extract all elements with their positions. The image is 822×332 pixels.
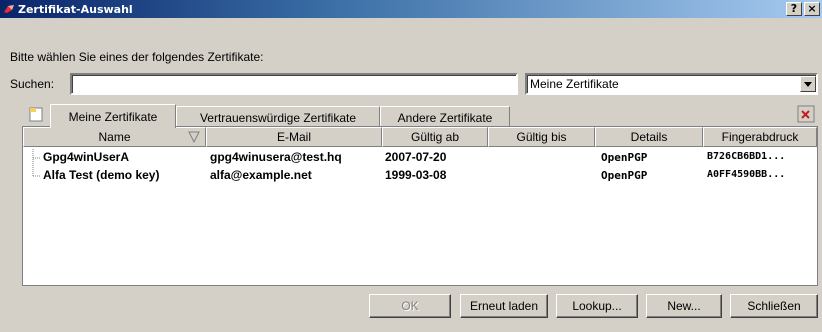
window-title: Zertifikat-Auswahl xyxy=(18,2,133,16)
column-header-valid-to[interactable]: Gültig bis xyxy=(488,127,595,147)
sort-indicator-icon xyxy=(188,131,200,146)
help-button[interactable]: ? xyxy=(786,2,802,16)
ok-button[interactable]: OK xyxy=(369,294,451,318)
close-button[interactable]: Schließen xyxy=(730,294,818,318)
cell-valid-from: 1999-03-08 xyxy=(385,168,447,182)
cell-fingerprint: B726CB6BD1... xyxy=(707,151,786,162)
instruction-text: Bitte wählen Sie eines der folgendes Zer… xyxy=(10,50,264,64)
column-header-name[interactable]: Name xyxy=(23,127,206,147)
cell-valid-from: 2007-07-20 xyxy=(385,150,447,164)
close-tab-icon[interactable] xyxy=(796,104,816,124)
title-bar: Zertifikat-Auswahl ? × xyxy=(0,0,822,18)
certificate-filter-select[interactable]: Meine Zertifikate xyxy=(525,73,818,95)
search-input[interactable] xyxy=(70,73,518,95)
lookup-button[interactable]: Lookup... xyxy=(556,294,638,318)
tab-my-certificates[interactable]: Meine Zertifikate xyxy=(50,104,176,128)
column-header-details[interactable]: Details xyxy=(595,127,703,147)
filter-selected-value: Meine Zertifikate xyxy=(530,77,619,91)
certificate-table: Name E-Mail Gültig ab Gültig bis Details… xyxy=(22,126,818,286)
cell-email: alfa@example.net xyxy=(210,168,312,182)
column-header-email[interactable]: E-Mail xyxy=(206,127,382,147)
cell-name: Gpg4winUserA xyxy=(43,150,130,164)
column-name-label: Name xyxy=(98,130,131,144)
column-header-valid-from[interactable]: Gültig ab xyxy=(382,127,488,147)
close-window-button[interactable]: × xyxy=(804,2,820,16)
new-button[interactable]: New... xyxy=(646,294,722,318)
cell-details: OpenPGP xyxy=(601,169,648,182)
tab-trusted-certificates[interactable]: Vertrauenswürdige Zertifikate xyxy=(176,106,380,128)
chevron-down-icon[interactable] xyxy=(800,76,816,92)
cell-fingerprint: A0FF4590BB... xyxy=(707,169,786,180)
app-icon xyxy=(3,4,15,15)
column-header-fingerprint[interactable]: Fingerabdruck xyxy=(703,127,817,147)
cell-details: OpenPGP xyxy=(601,151,648,164)
search-label: Suchen: xyxy=(10,77,55,91)
cell-email: gpg4winusera@test.hq xyxy=(210,150,342,164)
reload-button[interactable]: Erneut laden xyxy=(460,294,548,318)
new-tab-icon[interactable] xyxy=(26,104,46,124)
tab-other-certificates[interactable]: Andere Zertifikate xyxy=(380,106,510,128)
cell-name: Alfa Test (demo key) xyxy=(43,168,160,182)
